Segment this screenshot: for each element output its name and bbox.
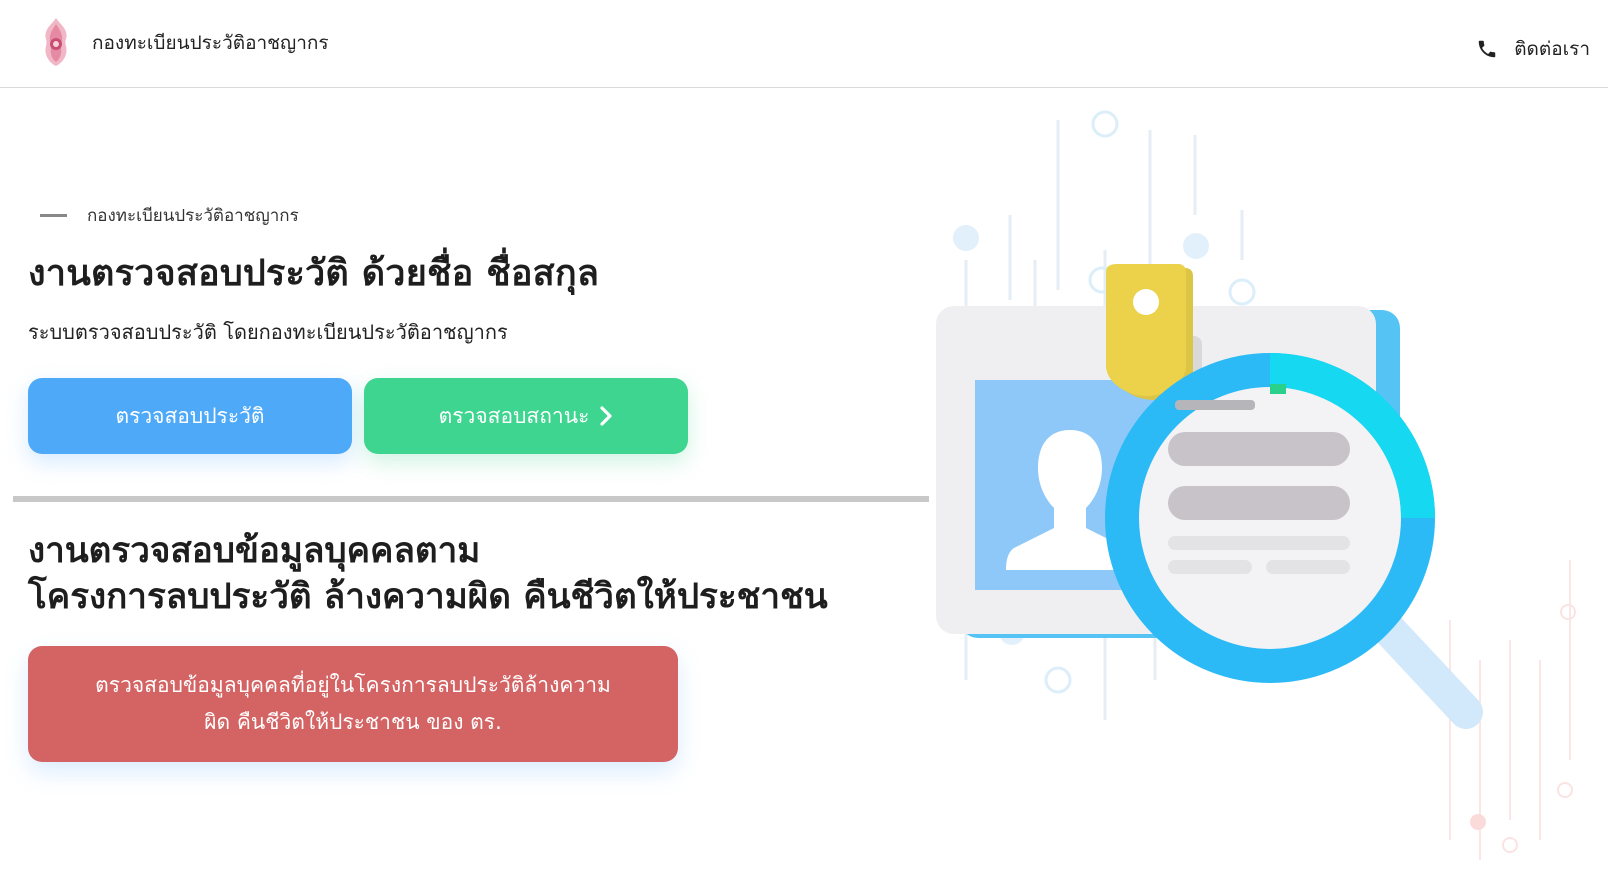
eyebrow-line	[40, 214, 67, 217]
section-divider	[13, 496, 929, 502]
check-program-button[interactable]: ตรวจสอบข้อมูลบุคคลที่อยู่ในโครงการลบประว…	[28, 646, 678, 762]
page-title: งานตรวจสอบประวัติ ด้วยชื่อ ชื่อสกุล	[28, 253, 600, 294]
contact-label: ติดต่อเรา	[1514, 38, 1590, 60]
check-program-line2: ผิด คืนชีวิตให้ประชาชน ของ ตร.	[204, 710, 502, 734]
page-subtitle: ระบบตรวจสอบประวัติ โดยกองทะเบียนประวัติอ…	[28, 320, 508, 344]
section-title-line2: โครงการลบประวัติ ล้างความผิด คืนชีวิตให้…	[28, 577, 828, 617]
check-history-label: ตรวจสอบประวัติ	[115, 403, 265, 428]
phone-icon	[1478, 40, 1496, 58]
check-status-label: ตรวจสอบสถานะ	[438, 403, 590, 428]
check-status-button[interactable]: ตรวจสอบสถานะ	[364, 378, 688, 454]
eyebrow-text: กองทะเบียนประวัติอาชญากร	[87, 206, 299, 226]
check-history-button[interactable]: ตรวจสอบประวัติ	[28, 378, 352, 454]
id-card-magnifier-illustration	[936, 110, 1576, 860]
top-navbar: กองทะเบียนประวัติอาชญากร ติดต่อเรา	[0, 0, 1608, 88]
section-title-line1: งานตรวจสอบข้อมูลบุคคลตาม	[28, 531, 481, 571]
contact-link[interactable]: ติดต่อเรา	[1476, 34, 1590, 64]
section-title: งานตรวจสอบข้อมูลบุคคลตาม โครงการลบประวัต…	[28, 528, 828, 620]
site-title[interactable]: กองทะเบียนประวัติอาชญากร	[92, 28, 329, 58]
check-program-line1: ตรวจสอบข้อมูลบุคคลที่อยู่ในโครงการลบประว…	[95, 673, 611, 697]
eyebrow: กองทะเบียนประวัติอาชญากร	[40, 202, 299, 229]
emblem-logo[interactable]	[38, 16, 74, 68]
chevron-right-icon	[600, 406, 612, 426]
